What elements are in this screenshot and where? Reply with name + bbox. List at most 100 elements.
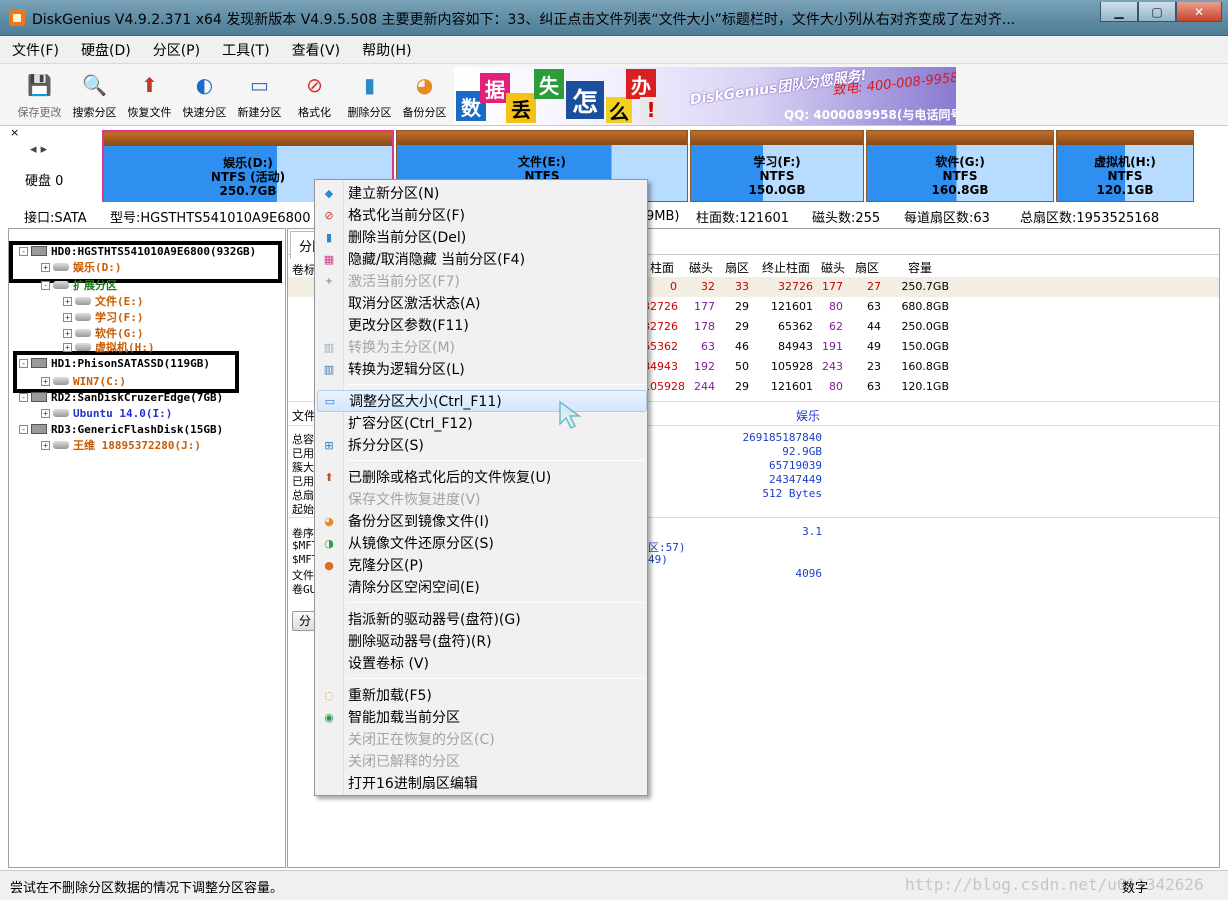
column-header[interactable]: 柱面 — [643, 259, 681, 276]
column-header[interactable]: 磁头 — [683, 259, 719, 276]
partition-block-f[interactable]: 学习(F:) NTFS 150.0GB — [690, 130, 864, 202]
collapse-icon[interactable]: - — [19, 392, 28, 402]
context-menu-item[interactable]: 设置卷标 (V) — [317, 652, 647, 674]
toolbar-button[interactable]: ◐ 快速分区 — [177, 68, 232, 122]
context-menu-item[interactable]: ▦ 隐藏/取消隐藏 当前分区(F4) — [317, 248, 647, 270]
tree-partition-node[interactable]: + 娱乐(D:) — [41, 259, 122, 275]
context-menu-item[interactable]: ● 克隆分区(P) — [317, 554, 647, 576]
context-menu-item[interactable]: 指派新的驱动器号(盘符)(G) — [317, 608, 647, 630]
collapse-icon[interactable]: - — [19, 358, 28, 368]
expand-icon[interactable]: + — [63, 296, 72, 306]
context-menu-item[interactable]: ◆ 建立新分区(N) — [317, 182, 647, 204]
toolbar-button-label: 保存更改 — [17, 106, 62, 119]
menu-item[interactable]: 硬盘(D) — [77, 38, 135, 62]
maximize-button[interactable]: ▢ — [1138, 2, 1176, 22]
menu-item[interactable]: 文件(F) — [8, 38, 63, 62]
context-menu-item: ✦ 激活当前分区(F7) — [317, 270, 647, 292]
context-menu-item[interactable]: 扩容分区(Ctrl_F12) — [317, 412, 647, 434]
context-menu-item[interactable]: ⬆ 已删除或格式化后的文件恢复(U) — [317, 466, 647, 488]
watermark: http://blog.csdn.net/u011342626 — [905, 875, 1204, 894]
column-header[interactable]: 容量 — [887, 259, 953, 276]
context-menu-item[interactable]: ⊘ 格式化当前分区(F) — [317, 204, 647, 226]
expand-icon[interactable]: + — [63, 328, 72, 338]
collapse-icon[interactable]: - — [41, 280, 50, 290]
minimize-button[interactable]: ▁ — [1100, 2, 1138, 22]
context-menu-item-label: 删除驱动器号(盘符)(R) — [348, 634, 492, 650]
menu-item[interactable]: 帮助(H) — [358, 38, 415, 62]
tree-node-label: 娱乐(D:) — [73, 261, 122, 274]
tree-partition-node[interactable]: + 文件(E:) — [63, 293, 144, 309]
partition-icon — [75, 343, 91, 351]
column-header[interactable]: 磁头 — [819, 259, 847, 276]
disk-heads: 磁头数:255 — [812, 210, 881, 226]
context-menu-item[interactable]: 删除驱动器号(盘符)(R) — [317, 630, 647, 652]
context-menu-item[interactable]: ▥ 转换为逻辑分区(L) — [317, 358, 647, 380]
close-icon[interactable]: × — [10, 126, 19, 139]
column-volume-label[interactable]: 卷标 — [292, 261, 316, 278]
toolbar-button[interactable]: 🔍 搜索分区 — [67, 68, 122, 122]
expand-icon[interactable]: + — [63, 312, 72, 322]
column-header[interactable]: 扇区 — [721, 259, 753, 276]
context-menu-item[interactable]: ▮ 删除当前分区(Del) — [317, 226, 647, 248]
menu-item[interactable]: 工具(T) — [218, 38, 273, 62]
menu-item-spacer — [322, 634, 336, 648]
tree-disk-node[interactable]: - HD1:PhisonSATASSD(119GB) — [19, 355, 210, 371]
context-menu-item[interactable]: 更改分区参数(F11) — [317, 314, 647, 336]
tree-partition-node[interactable]: + 虚拟机(H:) — [63, 339, 155, 355]
tree-partition-node[interactable]: + Ubuntu 14.0(I:) — [41, 405, 172, 421]
table-cell: 29 — [735, 380, 749, 393]
context-menu-item[interactable]: 清除分区空闲空间(E) — [317, 576, 647, 598]
tree-disk-node[interactable]: - RD3:GenericFlashDisk(15GB) — [19, 421, 223, 437]
tree-partition-node[interactable]: + 王维 18895372280(J:) — [41, 437, 201, 453]
context-menu-item[interactable]: 取消分区激活状态(A) — [317, 292, 647, 314]
tree-disk-node[interactable]: - HD0:HGSTHTS541010A9E6800(932GB) — [19, 243, 256, 259]
expand-icon[interactable]: + — [41, 408, 50, 418]
close-button[interactable]: ✕ — [1176, 2, 1222, 22]
context-menu-item[interactable]: ◕ 备份分区到镜像文件(I) — [317, 510, 647, 532]
partition-block-h[interactable]: 虚拟机(H:) NTFS 120.1GB — [1056, 130, 1194, 202]
tree-partition-node[interactable]: + 学习(F:) — [63, 309, 144, 325]
context-menu-item[interactable]: ◑ 从镜像文件还原分区(S) — [317, 532, 647, 554]
disk-capacity: 9MB) — [646, 208, 680, 224]
toolbar-button[interactable]: ▮ 删除分区 — [342, 68, 397, 122]
tree-disk-node[interactable]: - RD2:SanDiskCruzerEdge(7GB) — [19, 389, 223, 405]
toolbar-button[interactable]: ◕ 备份分区 — [397, 68, 452, 122]
context-menu-item[interactable]: 打开16进制扇区编辑 — [317, 772, 647, 794]
menu-separator — [347, 460, 645, 461]
toolbar-button[interactable]: ⊘ 格式化 — [287, 68, 342, 122]
tree-node-label: WIN7(C:) — [73, 374, 126, 388]
expand-icon[interactable]: + — [41, 376, 50, 386]
expand-icon[interactable]: + — [41, 262, 50, 272]
tree-partition-node[interactable]: - 扩展分区 — [41, 277, 117, 293]
table-cell: 84943 — [778, 340, 813, 353]
ad-banner[interactable]: 数 据 丢 失 怎 么 办 ! DiskGenius团队为您服务! 致电: 40… — [454, 67, 956, 125]
disk-nav-arrows-icon[interactable]: ◂ ▸ — [30, 142, 47, 157]
toolbar-button[interactable]: ⬆ 恢复文件 — [122, 68, 177, 122]
context-menu-item-label: 克隆分区(P) — [348, 558, 424, 574]
context-menu-item[interactable]: ⊞ 拆分分区(S) — [317, 434, 647, 456]
collapse-icon[interactable]: - — [19, 246, 28, 256]
table-cell: 29 — [735, 300, 749, 313]
context-menu-item[interactable]: ▭ 调整分区大小(Ctrl_F11) — [317, 390, 647, 412]
toolbar-button[interactable]: ▭ 新建分区 — [232, 68, 287, 122]
banner-char: 失 — [534, 69, 564, 99]
tree-partition-node[interactable]: + WIN7(C:) — [41, 373, 126, 389]
toolbar-button[interactable]: 💾 保存更改 — [12, 68, 67, 122]
menu-item[interactable]: 查看(V) — [288, 38, 345, 62]
context-menu-item[interactable]: ◉ 智能加载当前分区 — [317, 706, 647, 728]
table-cell: 178 — [694, 320, 715, 333]
disk-total-sectors: 总扇区数:1953525168 — [1020, 210, 1160, 226]
partition-block-g[interactable]: 软件(G:) NTFS 160.8GB — [866, 130, 1054, 202]
info-volume-name: 娱乐 — [796, 409, 821, 423]
column-header[interactable]: 扇区 — [849, 259, 885, 276]
collapse-icon[interactable]: - — [19, 424, 28, 434]
context-menu-item: 关闭已解释的分区 — [317, 750, 647, 772]
context-menu-item[interactable]: ◌ 重新加载(F5) — [317, 684, 647, 706]
expand-icon[interactable]: + — [41, 440, 50, 450]
expand-icon[interactable]: + — [63, 342, 72, 352]
menu-item[interactable]: 分区(P) — [149, 38, 204, 62]
recover-files-icon: ⬆ — [141, 73, 158, 97]
banner-char: 么 — [606, 97, 632, 124]
column-header[interactable]: 终止柱面 — [755, 259, 817, 276]
context-menu-item-label: 保存文件恢复进度(V) — [348, 492, 481, 508]
